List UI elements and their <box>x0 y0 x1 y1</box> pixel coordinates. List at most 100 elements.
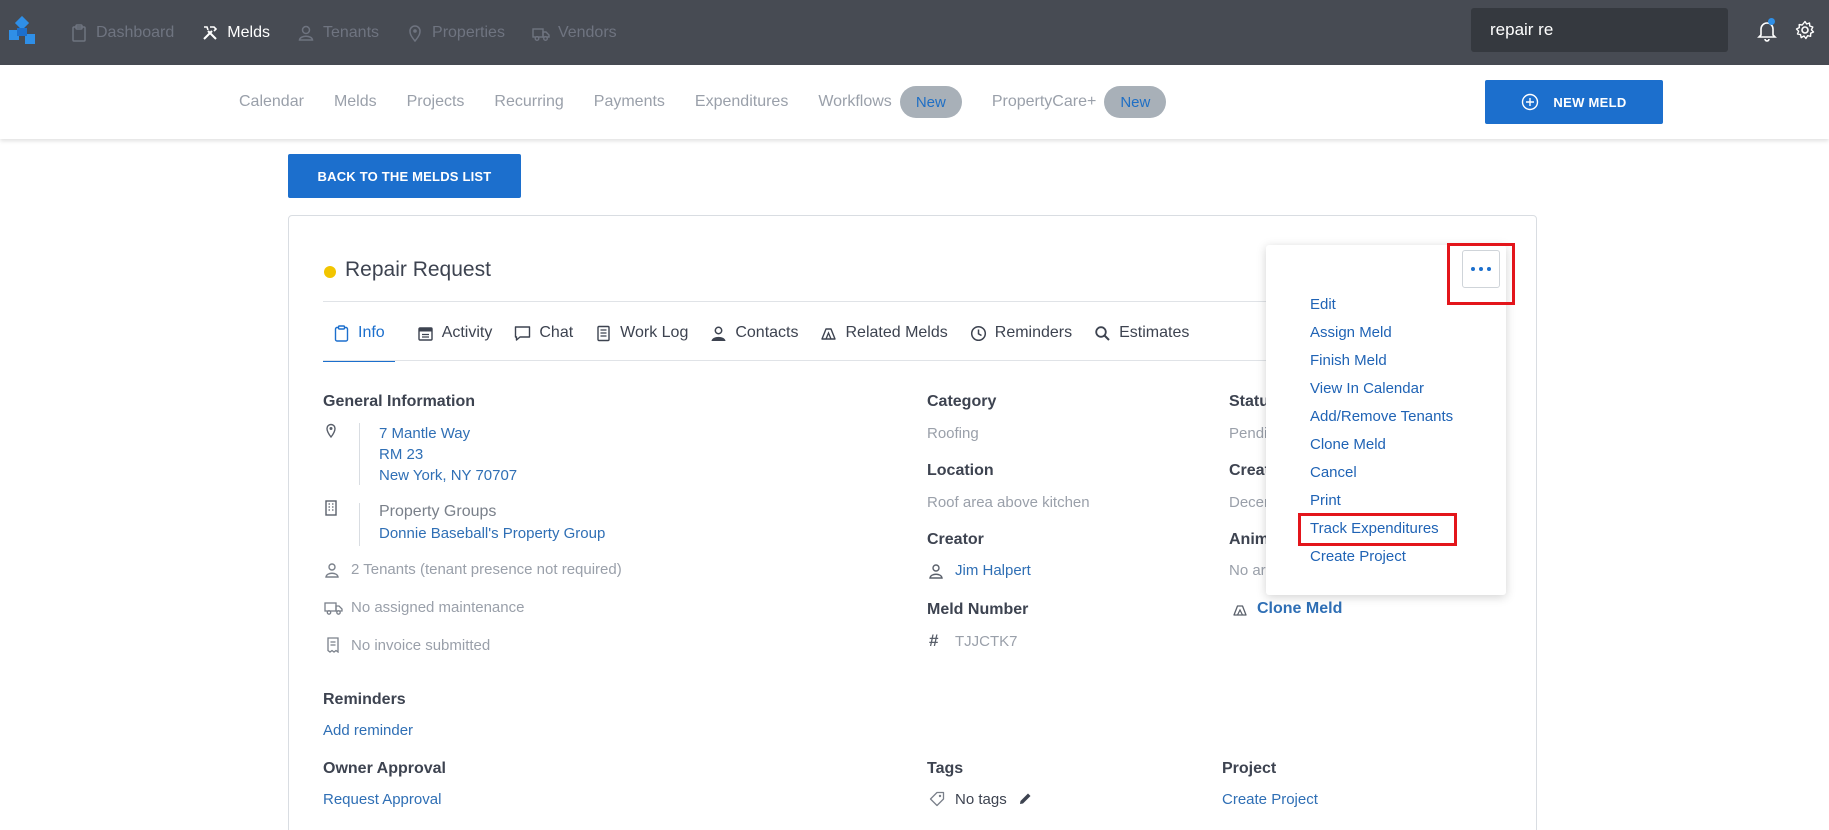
creator-link[interactable]: Jim Halpert <box>955 562 1031 579</box>
property-group-link[interactable]: Donnie Baseball's Property Group <box>379 525 605 542</box>
subnav-projects[interactable]: Projects <box>407 93 465 111</box>
nav-melds-label: Melds <box>227 23 270 41</box>
create-project-link[interactable]: Create Project <box>1222 791 1318 808</box>
nav-dashboard[interactable]: Dashboard <box>70 24 174 42</box>
global-search-input[interactable]: repair re <box>1471 8 1728 52</box>
subnav-recurring[interactable]: Recurring <box>494 93 563 111</box>
new-meld-label: NEW MELD <box>1553 94 1627 110</box>
status-label: Statu <box>1229 393 1269 410</box>
tab-reminders[interactable]: Reminders <box>970 318 1072 362</box>
category-label: Category <box>927 393 997 410</box>
menu-item-finish-meld[interactable]: Finish Meld <box>1310 352 1387 369</box>
tools-icon <box>203 25 218 40</box>
property-groups-label: Property Groups <box>379 503 497 520</box>
search-value: repair re <box>1490 20 1554 39</box>
menu-item-clone-meld[interactable]: Clone Meld <box>1310 436 1386 453</box>
pencil-icon[interactable] <box>1017 791 1033 807</box>
nav-properties-label: Properties <box>432 23 505 41</box>
animals-value: No ar <box>1229 562 1266 579</box>
menu-item-assign-meld[interactable]: Assign Meld <box>1310 324 1392 341</box>
project-label: Project <box>1222 760 1277 777</box>
magnifier-icon <box>1095 326 1110 341</box>
subnav-expenditures[interactable]: Expenditures <box>695 93 788 111</box>
clone-meld-link[interactable]: Clone Meld <box>1257 600 1342 618</box>
maintenance-info: No assigned maintenance <box>351 599 525 616</box>
address-divider <box>359 423 360 485</box>
back-to-melds-button[interactable]: BACK TO THE MELDS LIST <box>288 154 521 198</box>
menu-item-edit[interactable]: Edit <box>1310 296 1336 313</box>
more-actions-button[interactable] <box>1462 250 1500 288</box>
nav-vendors-label: Vendors <box>557 23 617 41</box>
address-line-1[interactable]: 7 Mantle Way <box>379 425 470 442</box>
subnav-calendar[interactable]: Calendar <box>239 93 304 111</box>
contacts-icon <box>711 326 726 341</box>
tags-value: No tags <box>955 791 1007 808</box>
new-meld-button[interactable]: NEW MELD <box>1485 80 1663 124</box>
secondary-navbar: Calendar Melds Projects Recurring Paymen… <box>0 65 1829 139</box>
menu-item-view-in-calendar[interactable]: View In Calendar <box>1310 380 1424 397</box>
animals-label: Anim <box>1229 531 1269 548</box>
building-icon <box>325 500 337 516</box>
menu-item-track-expenditures[interactable]: Track Expenditures <box>1310 520 1439 537</box>
tab-activity[interactable]: Activity <box>417 318 492 362</box>
menu-item-add-remove-tenants[interactable]: Add/Remove Tenants <box>1310 408 1453 425</box>
person-icon <box>929 564 943 579</box>
nav-vendors[interactable]: Vendors <box>532 24 617 42</box>
location-label: Location <box>927 462 994 479</box>
menu-item-cancel[interactable]: Cancel <box>1310 464 1357 481</box>
created-label: Creat <box>1229 462 1270 479</box>
clock-icon <box>970 325 986 342</box>
tab-work-log[interactable]: Work Log <box>595 318 688 362</box>
category-value: Roofing <box>927 425 979 442</box>
tab-chat-label: Chat <box>539 324 574 341</box>
tab-info[interactable]: Info <box>323 318 395 362</box>
subnav-propertycare[interactable]: PropertyCare+ <box>992 93 1097 111</box>
subnav-payments[interactable]: Payments <box>594 93 665 111</box>
propertycare-new-badge: New <box>1104 86 1167 118</box>
tag-icon <box>929 791 945 807</box>
more-dot <box>1487 267 1491 271</box>
nav-dashboard-label: Dashboard <box>96 23 175 41</box>
created-value: Decer <box>1229 494 1270 511</box>
person-icon <box>298 25 314 41</box>
person-icon <box>325 563 339 578</box>
related-melds-icon <box>1233 605 1247 616</box>
secondary-nav: Calendar Melds Projects Recurring Paymen… <box>239 65 1196 139</box>
address-line-2[interactable]: RM 23 <box>379 446 423 463</box>
menu-item-print[interactable]: Print <box>1310 492 1341 509</box>
add-reminder-link[interactable]: Add reminder <box>323 722 413 739</box>
request-approval-link[interactable]: Request Approval <box>323 791 441 808</box>
tab-contacts[interactable]: Contacts <box>710 318 798 362</box>
nav-tenants[interactable]: Tenants <box>297 24 379 42</box>
more-dots-icon <box>1471 267 1475 271</box>
gear-icon[interactable] <box>1795 20 1815 40</box>
tab-reminders-label: Reminders <box>994 324 1073 341</box>
tab-chat[interactable]: Chat <box>514 318 573 362</box>
notification-dot <box>1768 18 1775 25</box>
tenants-info: 2 Tenants (tenant presence not required) <box>351 561 622 578</box>
nav-properties[interactable]: Properties <box>406 24 505 42</box>
tab-info-label: Info <box>358 324 385 341</box>
subnav-melds[interactable]: Melds <box>334 93 377 111</box>
creator-label: Creator <box>927 531 984 548</box>
document-icon <box>597 325 610 342</box>
tab-related-melds[interactable]: Related Melds <box>820 318 948 362</box>
app-logo[interactable] <box>7 16 39 48</box>
subnav-workflows[interactable]: Workflows <box>818 93 892 111</box>
clipboard-icon <box>72 23 86 42</box>
primary-nav: Dashboard Melds Tenants Properties Vendo… <box>70 0 644 65</box>
truck-icon <box>324 602 343 615</box>
address-line-3[interactable]: New York, NY 70707 <box>379 467 517 484</box>
related-melds-icon <box>821 328 837 340</box>
tab-estimates[interactable]: Estimates <box>1094 318 1189 362</box>
menu-item-create-project[interactable]: Create Project <box>1310 548 1406 565</box>
title-divider <box>323 301 1273 302</box>
general-information-heading: General Information <box>323 393 476 410</box>
back-label: BACK TO THE MELDS LIST <box>317 168 492 184</box>
location-value: Roof area above kitchen <box>927 494 1090 511</box>
nav-melds[interactable]: Melds <box>201 24 270 42</box>
meld-tabs: Info Activity Chat Work Log Contacts Rel… <box>323 318 1211 362</box>
status-dot <box>324 266 336 278</box>
property-group-divider <box>359 503 360 546</box>
tab-work-log-label: Work Log <box>620 324 689 341</box>
